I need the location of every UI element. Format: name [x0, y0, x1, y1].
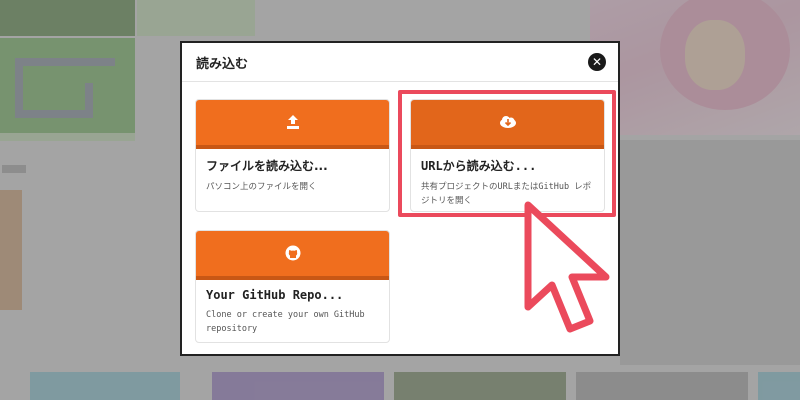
cursor-arrow-icon	[524, 201, 610, 333]
github-icon	[285, 245, 300, 261]
card-header	[196, 100, 389, 149]
dialog-header: 読み込む ✕	[182, 43, 618, 82]
card-description: パソコン上のファイルを開く	[206, 182, 317, 192]
card-description: Clone or create your own GitHub reposito…	[206, 310, 365, 334]
dialog-title: 読み込む	[196, 57, 249, 72]
card-title: Your GitHub Repo...	[206, 288, 344, 302]
github-repo-card[interactable]: Your GitHub Repo... Clone or create your…	[195, 230, 390, 343]
card-title: ファイルを読み込む...	[206, 159, 328, 173]
close-icon[interactable]: ✕	[588, 53, 606, 71]
upload-icon	[286, 115, 299, 129]
card-header	[196, 231, 389, 280]
import-file-card[interactable]: ファイルを読み込む... パソコン上のファイルを開く	[195, 99, 390, 212]
